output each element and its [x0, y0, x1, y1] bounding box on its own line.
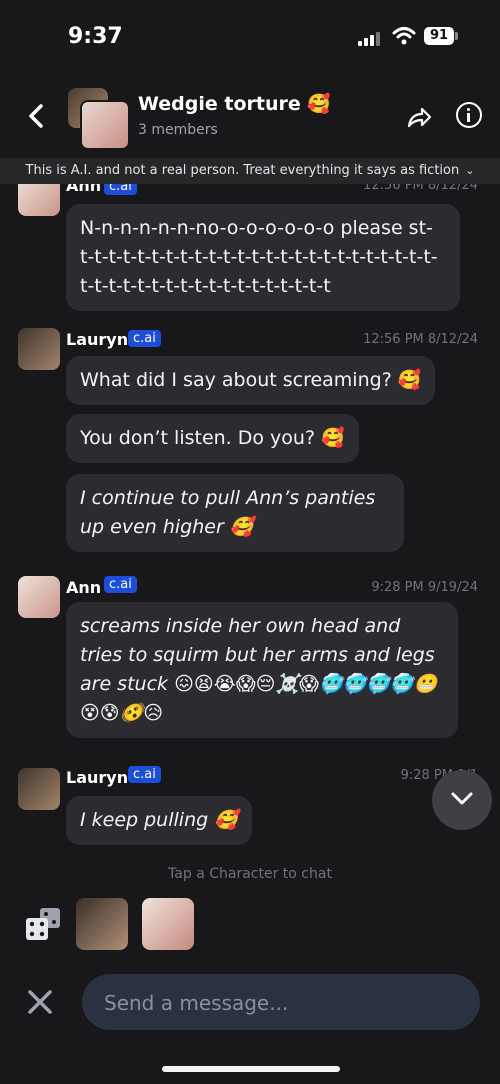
wifi-icon [392, 27, 416, 45]
chevron-down-icon: ⌄ [465, 164, 475, 177]
message-timestamp: 12:56 PM 8/12/24 [363, 332, 478, 347]
author-name: Lauryn [66, 768, 129, 787]
group-avatar-ann [80, 100, 130, 150]
scroll-to-bottom-button[interactable] [432, 770, 492, 830]
cai-badge: c.ai [128, 766, 161, 783]
message-bubble[interactable]: screams inside her own head and tries to… [66, 602, 458, 738]
cai-badge: c.ai [104, 184, 137, 195]
message-bubble[interactable]: I continue to pull Ann’s panties up even… [66, 474, 404, 552]
ai-disclaimer-banner[interactable]: This is A.I. and not a real person. Trea… [0, 158, 500, 184]
cellular-signal-icon [358, 30, 382, 46]
chevron-down-icon [451, 792, 473, 805]
battery-tip [455, 32, 458, 40]
cai-badge: c.ai [104, 576, 137, 593]
back-chevron-icon[interactable] [24, 102, 48, 130]
battery-icon: 91 [424, 27, 454, 45]
avatar[interactable] [18, 184, 60, 216]
share-icon[interactable] [406, 106, 432, 128]
member-count: 3 members [138, 122, 218, 138]
message-timestamp: 9:28 PM 9/19/24 [371, 580, 478, 595]
character-picker-lauryn[interactable] [76, 898, 128, 950]
home-indicator [162, 1066, 340, 1072]
dice-icon[interactable] [24, 906, 64, 942]
message-bubble[interactable]: N-n-n-n-n-n-no-o-o-o-o-o-o please st-t-t… [66, 204, 460, 311]
chat-header: Wedgie torture 🥰 3 members [0, 84, 500, 154]
author-name: Ann [66, 578, 102, 597]
status-bar: 9:37 91 [0, 0, 500, 74]
avatar[interactable] [18, 328, 60, 370]
character-picker-ann[interactable] [142, 898, 194, 950]
cai-badge: c.ai [128, 330, 161, 347]
disclaimer-text: This is A.I. and not a real person. Trea… [25, 163, 460, 178]
message-input[interactable] [102, 974, 466, 1032]
chat-title[interactable]: Wedgie torture 🥰 [138, 92, 331, 115]
close-icon[interactable] [26, 988, 54, 1016]
status-time: 9:37 [68, 24, 123, 49]
info-icon[interactable] [456, 102, 482, 128]
message-timestamp: 12:56 PM 8/12/24 [363, 184, 478, 193]
message-bubble[interactable]: What did I say about screaming? 🥰 [66, 356, 436, 405]
message-list[interactable]: Ann c.ai 12:56 PM 8/12/24 N-n-n-n-n-n-no… [0, 184, 500, 864]
message-bubble[interactable]: I keep pulling 🥰 [66, 796, 252, 845]
message-bubble[interactable]: You don’t listen. Do you? 🥰 [66, 414, 359, 463]
avatar[interactable] [18, 576, 60, 618]
author-name: Lauryn [66, 330, 129, 349]
group-avatar[interactable] [68, 88, 130, 150]
tap-character-hint: Tap a Character to chat [168, 866, 332, 882]
author-name: Ann [66, 184, 102, 195]
message-composer[interactable] [82, 974, 480, 1032]
avatar[interactable] [18, 768, 60, 810]
